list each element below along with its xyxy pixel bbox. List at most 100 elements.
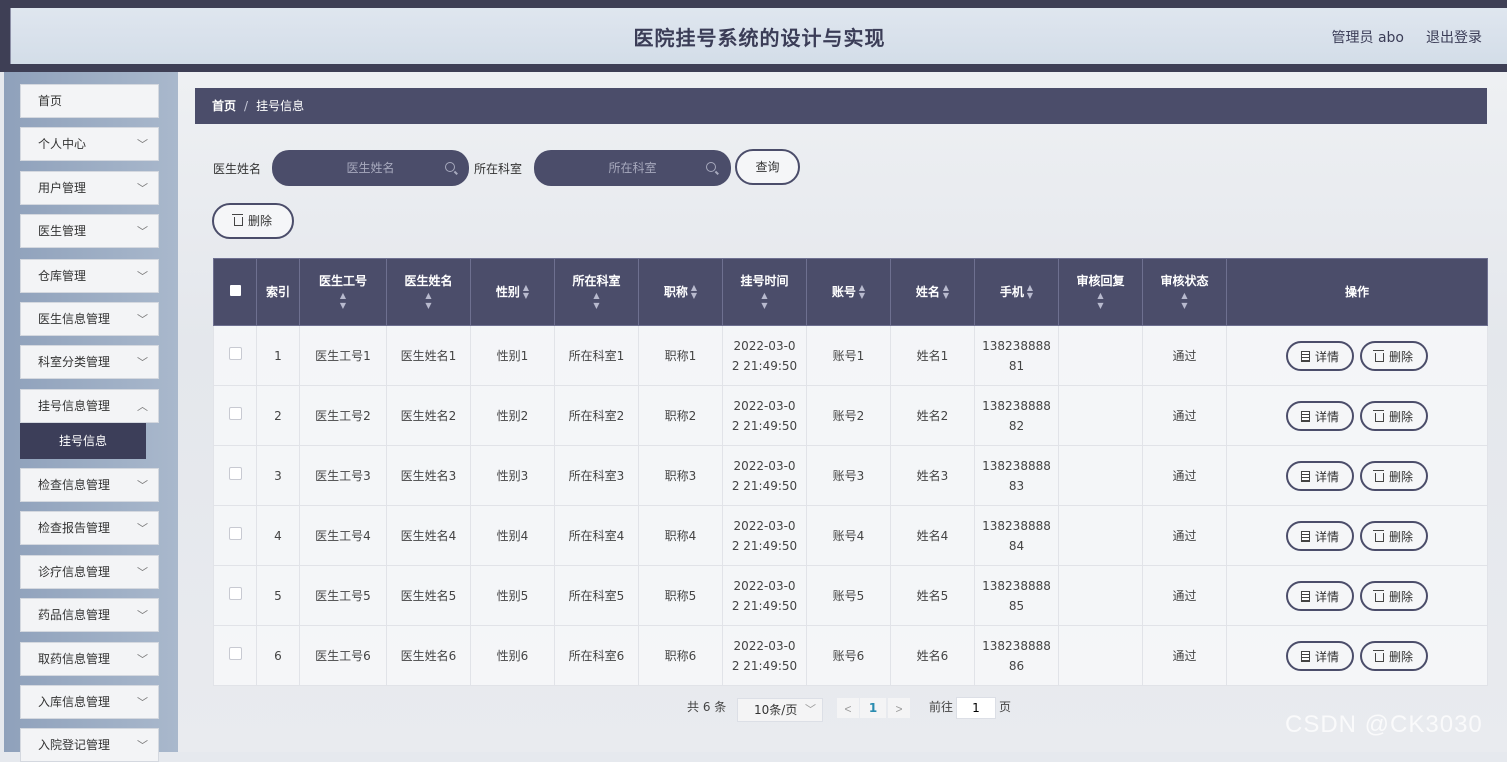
sidebar-item-diagnosis[interactable]: 诊疗信息管理 ﹀ (20, 555, 159, 589)
column-header[interactable]: 挂号时间 ▲ ▼ (722, 258, 807, 326)
table-row: 4 医生工号4 医生姓名4 性别4 所在科室4 职称4 2022-03-0 2 21:49:5… (213, 505, 1488, 566)
row-checkbox[interactable] (213, 445, 257, 506)
cell-index: 3 (256, 445, 300, 506)
sidebar-item-label: 入院登记管理 (38, 738, 111, 752)
sidebar-item-personal-center[interactable]: 个人中心 ﹀ (20, 127, 159, 161)
row-checkbox[interactable] (213, 505, 257, 566)
sidebar-item-label: 检查信息管理 (38, 478, 111, 492)
query-button[interactable]: 查询 (735, 149, 800, 185)
cell-registration-time: 2022-03-0 2 21:49:50 (722, 325, 807, 386)
row-delete-button[interactable]: 删除 (1360, 460, 1428, 491)
row-checkbox[interactable] (213, 385, 257, 446)
table-row: 6 医生工号6 医生姓名6 性别6 所在科室6 职称6 2022-03-0 2 21:49:5… (213, 625, 1488, 686)
sort-icon[interactable]: ▲ ▼ (859, 284, 865, 300)
sidebar: 首页 个人中心 ﹀ 用户管理 ﹀ 医生管理 ﹀ 仓库管理 ﹀ 医生信息管理 ﹀ 科室分类管… (4, 72, 178, 762)
page-size-select[interactable]: 10条/页 ﹀ (737, 698, 823, 722)
cell-account: 账号1 (806, 325, 891, 386)
column-header[interactable]: 审核状态 ▲ ▼ (1142, 258, 1227, 326)
sort-icon[interactable]: ▲ ▼ (304, 291, 382, 311)
cell-department: 所在科室5 (554, 565, 639, 626)
sidebar-item-label: 挂号信息管理 (38, 399, 111, 413)
trash-icon (1372, 589, 1384, 602)
cell-department: 所在科室3 (554, 445, 639, 506)
sort-icon[interactable]: ▲ ▼ (943, 284, 949, 300)
table-row: 1 医生工号1 医生姓名1 性别1 所在科室1 职称1 2022-03-0 2 21:49:5… (213, 325, 1488, 386)
sidebar-item-home[interactable]: 首页 (20, 84, 159, 118)
sidebar-item-pickup[interactable]: 取药信息管理 ﹀ (20, 642, 159, 676)
document-icon (1300, 470, 1310, 482)
cell-department: 所在科室1 (554, 325, 639, 386)
cell-account: 账号4 (806, 505, 891, 566)
cell-index: 1 (256, 325, 300, 386)
sidebar-item-medicine[interactable]: 药品信息管理 ﹀ (20, 598, 159, 632)
breadcrumb-home[interactable]: 首页 (212, 99, 236, 113)
sidebar-item-doctor-info[interactable]: 医生信息管理 ﹀ (20, 302, 159, 336)
cell-doctor-name: 医生姓名5 (386, 565, 471, 626)
sort-icon[interactable]: ▲ ▼ (1063, 291, 1138, 311)
sidebar-item-doctors[interactable]: 医生管理 ﹀ (20, 214, 159, 248)
cell-registration-time: 2022-03-0 2 21:49:50 (722, 385, 807, 446)
cell-actions: 详情 删除 (1226, 505, 1488, 566)
sidebar-item-examination[interactable]: 检查信息管理 ﹀ (20, 468, 159, 502)
detail-button[interactable]: 详情 (1286, 460, 1354, 491)
cell-doctor-name: 医生姓名6 (386, 625, 471, 686)
sidebar-item-exam-report[interactable]: 检查报告管理 ﹀ (20, 511, 159, 545)
row-checkbox[interactable] (213, 325, 257, 386)
sidebar-item-registration[interactable]: 挂号信息管理 ︿ (20, 389, 159, 423)
column-header[interactable]: 姓名 ▲ ▼ (890, 258, 975, 326)
row-checkbox[interactable] (213, 565, 257, 626)
bulk-delete-button[interactable]: 删除 (212, 203, 294, 239)
detail-button[interactable]: 详情 (1286, 520, 1354, 551)
cell-doctor-no: 医生工号4 (299, 505, 387, 566)
prev-page-button[interactable]: < (837, 698, 859, 718)
sidebar-item-department-category[interactable]: 科室分类管理 ﹀ (20, 345, 159, 379)
sort-icon[interactable]: ▲ ▼ (1027, 284, 1033, 300)
cell-review-status: 通过 (1142, 505, 1227, 566)
sort-icon[interactable]: ▲ ▼ (523, 284, 529, 300)
sort-icon[interactable]: ▲ ▼ (1147, 291, 1222, 311)
sort-icon[interactable]: ▲ ▼ (727, 291, 802, 311)
sort-icon[interactable]: ▲ ▼ (691, 284, 697, 300)
row-delete-button[interactable]: 删除 (1360, 400, 1428, 431)
cell-title: 职称5 (638, 565, 723, 626)
column-header[interactable]: 审核回复 ▲ ▼ (1058, 258, 1143, 326)
sidebar-item-admission[interactable]: 入院登记管理 ﹀ (20, 728, 159, 762)
cell-gender: 性别1 (470, 325, 555, 386)
column-header[interactable]: 账号 ▲ ▼ (806, 258, 891, 326)
sidebar-item-stock-in[interactable]: 入库信息管理 ﹀ (20, 685, 159, 719)
detail-button[interactable]: 详情 (1286, 340, 1354, 371)
column-header[interactable]: 职称 ▲ ▼ (638, 258, 723, 326)
row-delete-button[interactable]: 删除 (1360, 520, 1428, 551)
sidebar-item-users[interactable]: 用户管理 ﹀ (20, 171, 159, 205)
column-header[interactable]: 性别 ▲ ▼ (470, 258, 555, 326)
chevron-up-icon: ︿ (137, 400, 148, 413)
column-header[interactable]: 医生姓名 ▲ ▼ (386, 258, 471, 326)
row-delete-button[interactable]: 删除 (1360, 580, 1428, 611)
registration-table: 索引 医生工号 ▲ ▼ 医生姓名 ▲ ▼ 性别 ▲ ▼ 所在科室 ▲ ▼ 职称 ▲ ▼ 挂号时间 ▲ ▼… (213, 258, 1488, 686)
sort-icon[interactable]: ▲ ▼ (559, 291, 634, 311)
column-header[interactable]: 手机 ▲ ▼ (974, 258, 1059, 326)
sidebar-subitem-registration-info[interactable]: 挂号信息 (20, 423, 146, 459)
document-icon (1300, 650, 1310, 662)
logout-link[interactable]: 退出登录 (1426, 27, 1482, 47)
row-delete-button[interactable]: 删除 (1360, 640, 1428, 671)
doctor-name-input[interactable] (272, 150, 469, 186)
cell-review-status: 通过 (1142, 565, 1227, 626)
department-input[interactable] (534, 150, 731, 186)
department-label: 所在科室 (474, 162, 523, 176)
breadcrumb-current: 挂号信息 (256, 99, 305, 113)
row-checkbox[interactable] (213, 625, 257, 686)
sort-icon[interactable]: ▲ ▼ (391, 291, 466, 311)
column-header[interactable]: 医生工号 ▲ ▼ (299, 258, 387, 326)
detail-button[interactable]: 详情 (1286, 400, 1354, 431)
detail-button[interactable]: 详情 (1286, 640, 1354, 671)
column-header[interactable]: 所在科室 ▲ ▼ (554, 258, 639, 326)
next-page-button[interactable]: > (888, 698, 910, 718)
select-all-checkbox[interactable] (213, 258, 257, 326)
current-page-number[interactable]: 1 (860, 698, 886, 718)
goto-page-input[interactable] (956, 697, 996, 719)
cell-index: 5 (256, 565, 300, 626)
sidebar-item-warehouse[interactable]: 仓库管理 ﹀ (20, 259, 159, 293)
detail-button[interactable]: 详情 (1286, 580, 1354, 611)
row-delete-button[interactable]: 删除 (1360, 340, 1428, 371)
